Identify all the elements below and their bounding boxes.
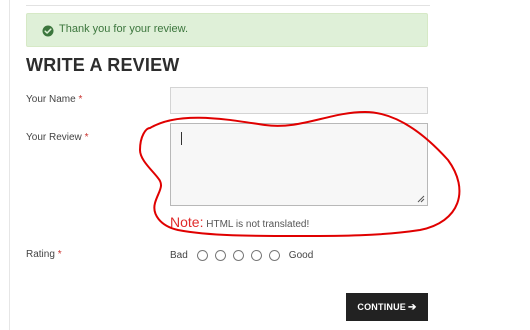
continue-label: CONTINUE	[357, 302, 406, 312]
rating-label-text: Rating	[26, 249, 55, 260]
text-caret	[181, 132, 182, 145]
continue-button[interactable]: CONTINUE ➔	[346, 293, 428, 321]
rating-radio-3[interactable]	[232, 249, 244, 261]
rating-radio-2[interactable]	[214, 249, 226, 261]
arrow-right-icon: ➔	[408, 301, 417, 313]
required-mark: *	[84, 132, 89, 143]
resize-grip-icon[interactable]	[417, 195, 425, 203]
note-text: HTML is not translated!	[206, 219, 310, 230]
top-divider	[26, 5, 430, 6]
rating-radio-5[interactable]	[268, 249, 280, 261]
rating-group: Bad Good	[170, 248, 313, 262]
rating-good-label: Good	[288, 249, 314, 261]
alert-message: Thank you for your review.	[59, 23, 189, 35]
rating-radio-4[interactable]	[250, 249, 262, 261]
name-label: Your Name *	[26, 94, 82, 105]
review-label: Your Review *	[26, 132, 88, 143]
review-note: Note: HTML is not translated!	[170, 214, 309, 230]
check-circle-icon	[42, 25, 54, 37]
name-input[interactable]	[170, 87, 428, 114]
section-title: WRITE A REVIEW	[26, 55, 180, 75]
review-textarea[interactable]	[170, 123, 428, 206]
success-alert: Thank you for your review.	[26, 13, 428, 47]
rating-label: Rating *	[26, 249, 62, 260]
rating-bad-label: Bad	[170, 249, 188, 261]
review-label-text: Your Review	[26, 132, 82, 143]
name-label-text: Your Name	[26, 94, 76, 105]
note-prefix: Note:	[170, 214, 204, 230]
rating-radio-1[interactable]	[196, 249, 208, 261]
left-divider	[9, 0, 10, 330]
required-mark: *	[78, 94, 83, 105]
required-mark: *	[57, 249, 62, 260]
